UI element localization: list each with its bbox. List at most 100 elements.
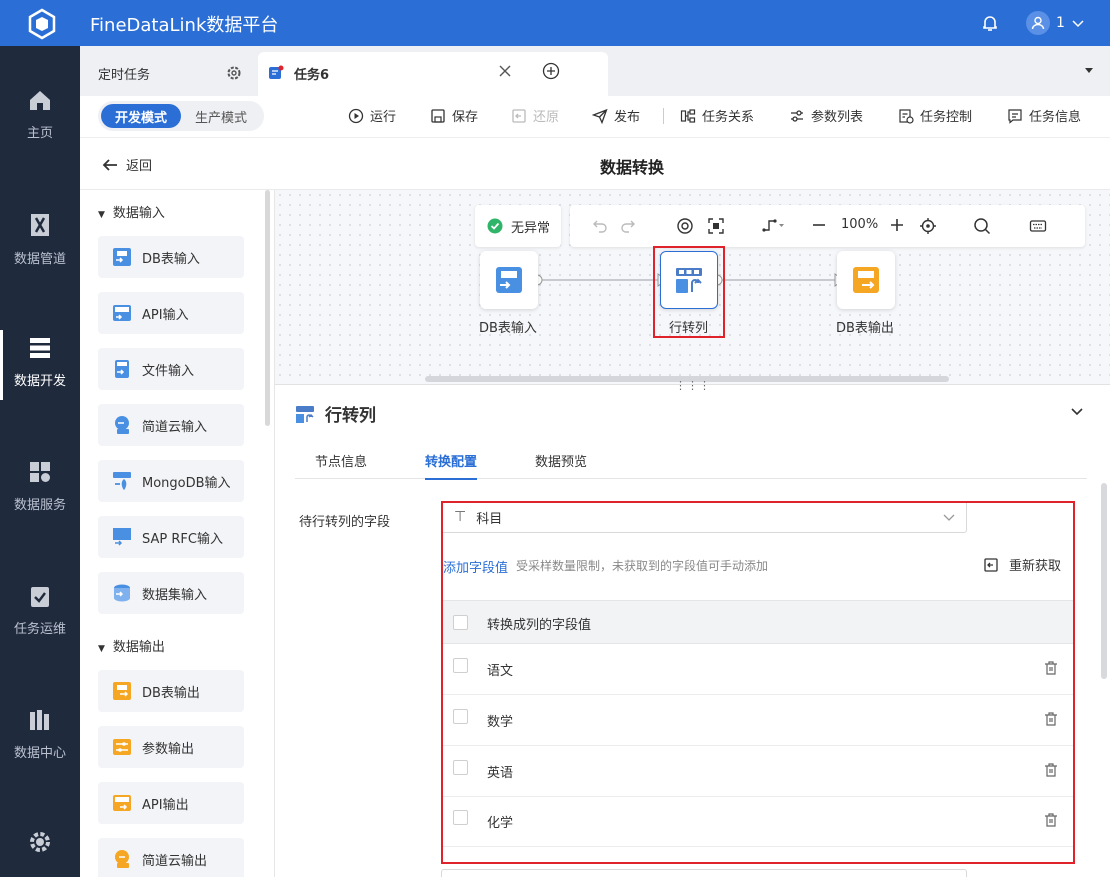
node-palette: ▼ 数据输入 DB表输入 API输入 文件输入 简道云输入 MongoDB输入 S… — [80, 190, 275, 877]
play-icon — [348, 108, 364, 123]
next-field-input[interactable] — [441, 869, 967, 877]
api-input-icon — [113, 305, 131, 321]
publish-button[interactable]: 发布 — [592, 106, 640, 125]
palette-item-param-output[interactable]: 参数输出 — [98, 726, 244, 768]
panel-scrollbar[interactable] — [1101, 483, 1107, 679]
data-center-icon — [30, 710, 49, 730]
palette-label: 简道云输入 — [142, 419, 208, 435]
publish-label: 发布 — [614, 110, 641, 125]
nav-item-center[interactable]: 数据中心 — [0, 708, 80, 761]
config-panel: ⋮⋮⋮ 行转列 节点信息 转换配置 数据预览 待行转列的字段 ⊤ 科目 添加字段… — [275, 379, 1110, 877]
save-label: 保存 — [452, 110, 479, 125]
pipeline-icon — [31, 214, 49, 236]
node-label: DB表输入 — [479, 321, 537, 336]
nav-item-pipeline[interactable]: 数据管道 — [0, 212, 80, 267]
task-control-button[interactable]: 任务控制 — [898, 106, 972, 125]
tab-transform-config[interactable]: 转换配置 — [425, 451, 478, 480]
node-db-output[interactable] — [837, 251, 895, 309]
jdy-input-icon — [115, 416, 129, 434]
user-menu[interactable]: 1 — [1026, 11, 1085, 35]
param-list-button[interactable]: 参数列表 — [789, 106, 863, 125]
gear-icon[interactable] — [226, 65, 242, 81]
toolbar-divider — [663, 108, 664, 124]
restore-button[interactable]: 还原 — [511, 106, 559, 125]
top-bar: FineDataLink数据平台 1 — [0, 0, 1110, 46]
page-title: 数据转换 — [600, 158, 665, 177]
mode-switch: 开发模式 生产模式 — [98, 101, 264, 131]
prod-mode-button[interactable]: 生产模式 — [181, 104, 261, 128]
nav-label: 数据开发 — [13, 374, 66, 389]
param-output-icon — [113, 739, 131, 755]
palette-item-jdy-output[interactable]: 简道云输出 — [98, 838, 244, 877]
palette-item-db-input[interactable]: DB表输入 — [98, 236, 244, 278]
home-icon — [30, 91, 50, 110]
palette-item-sap-input[interactable]: SAP RFC输入 — [98, 516, 244, 558]
palette-item-file-input[interactable]: 文件输入 — [98, 348, 244, 390]
back-button[interactable]: 返回 — [102, 155, 152, 174]
group-label: 数据输出 — [112, 640, 165, 655]
settings-gear-icon[interactable] — [28, 830, 52, 854]
palette-label: DB表输出 — [142, 685, 200, 701]
tab-label: 定时任务 — [98, 68, 151, 83]
chevron-down-icon[interactable] — [1069, 403, 1085, 419]
palette-scrollbar[interactable] — [265, 190, 270, 426]
close-icon[interactable] — [498, 64, 512, 78]
node-label: DB表输出 — [836, 321, 894, 336]
palette-label: 简道云输出 — [142, 853, 208, 869]
caret-down-icon: ▼ — [98, 644, 105, 654]
group-input[interactable]: ▼ 数据输入 — [98, 202, 165, 221]
app-logo-icon — [28, 8, 56, 40]
highlight-box-config — [441, 501, 1075, 864]
nav-item-home[interactable]: 主页 — [0, 88, 80, 141]
node-db-input[interactable] — [480, 251, 538, 309]
back-label: 返回 — [126, 159, 153, 174]
notification-bell-icon[interactable] — [980, 13, 1000, 33]
palette-item-mongodb-input[interactable]: MongoDB输入 — [98, 460, 244, 502]
save-button[interactable]: 保存 — [430, 106, 478, 125]
tab-list-dropdown-icon[interactable] — [1083, 64, 1095, 76]
palette-item-jdy-input[interactable]: 简道云输入 — [98, 404, 244, 446]
flow-canvas[interactable]: 无异常 100% DB表输入 行转列 DB表输出 — [275, 190, 1110, 384]
group-label: 数据输入 — [112, 206, 165, 221]
data-service-icon — [30, 462, 50, 482]
palette-label: MongoDB输入 — [142, 475, 231, 491]
api-output-icon — [113, 795, 131, 811]
panel-title-text: 行转列 — [325, 406, 376, 426]
palette-label: 文件输入 — [142, 363, 195, 379]
tab-bar: 定时任务 任务6 — [80, 46, 1110, 96]
tab-data-preview[interactable]: 数据预览 — [535, 451, 587, 470]
run-button[interactable]: 运行 — [348, 106, 396, 125]
task-info-button[interactable]: 任务信息 — [1007, 106, 1081, 125]
dev-mode-button[interactable]: 开发模式 — [101, 104, 182, 128]
resize-handle-icon[interactable]: ⋮⋮⋮ — [675, 379, 711, 392]
panel-tabs: 节点信息 转换配置 数据预览 — [295, 437, 1087, 480]
nav-item-service[interactable]: 数据服务 — [0, 460, 80, 513]
group-output[interactable]: ▼ 数据输出 — [98, 636, 165, 655]
file-input-icon — [115, 360, 129, 378]
nav-item-dev[interactable]: 数据开发 — [0, 330, 80, 400]
palette-item-api-input[interactable]: API输入 — [98, 292, 244, 334]
nav-label: 数据服务 — [13, 498, 66, 513]
tab-scheduled[interactable]: 定时任务 — [80, 52, 256, 96]
tab-node-info[interactable]: 节点信息 — [315, 451, 367, 470]
palette-item-api-output[interactable]: API输出 — [98, 782, 244, 824]
add-tab-icon[interactable] — [542, 62, 560, 80]
info-message-icon — [1008, 108, 1022, 124]
task-relations-button[interactable]: 任务关系 — [680, 106, 754, 125]
task-control-icon — [899, 108, 914, 124]
chevron-down-icon — [1072, 20, 1084, 28]
nav-label: 任务运维 — [13, 622, 66, 637]
palette-label: SAP RFC输入 — [142, 531, 223, 547]
restore-label: 还原 — [533, 110, 560, 125]
palette-item-db-output[interactable]: DB表输出 — [98, 670, 244, 712]
data-dev-icon — [30, 338, 50, 358]
nav-item-ops[interactable]: 任务运维 — [0, 584, 80, 637]
sliders-icon — [791, 109, 803, 122]
nav-label: 主页 — [26, 126, 53, 141]
main-toolbar: 开发模式 生产模式 运行 保存 还原 发布 任务关系 参数列表 任务控制 任务信… — [80, 96, 1110, 138]
relations-label: 任务关系 — [702, 110, 755, 125]
nav-label: 数据中心 — [13, 746, 66, 761]
palette-item-dataset-input[interactable]: 数据集输入 — [98, 572, 244, 614]
left-nav: 主页 数据管道 数据开发 数据服务 任务运维 数据中心 — [0, 46, 80, 877]
save-icon — [431, 108, 445, 123]
